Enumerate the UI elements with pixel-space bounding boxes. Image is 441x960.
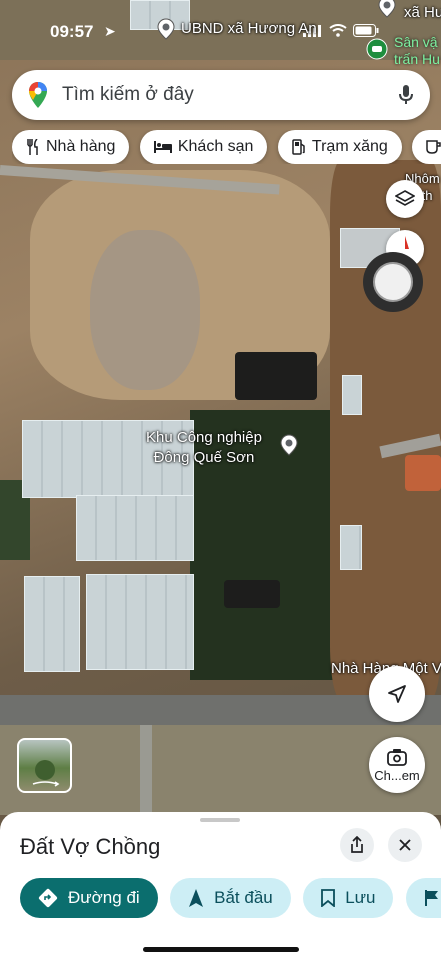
- street-view-rotate-icon: [32, 760, 60, 787]
- assistive-touch-button[interactable]: [363, 252, 423, 312]
- search-bar[interactable]: Tìm kiếm ở đây: [12, 70, 430, 120]
- layers-button[interactable]: [386, 180, 424, 218]
- chip-coffee[interactable]: [412, 130, 441, 164]
- directions-icon: [38, 888, 58, 908]
- action-buttons: Đường đi Bắt đầu Lưu C: [20, 878, 441, 918]
- map-label-ubnd[interactable]: UBND xã Hương An: [181, 20, 317, 37]
- navigation-icon: [189, 889, 204, 907]
- microphone-icon[interactable]: [398, 84, 414, 106]
- restaurant-icon: [27, 139, 38, 155]
- map-label-industrial-line1: Khu Công nghiệp: [146, 429, 262, 446]
- save-label: Lưu: [345, 888, 376, 907]
- close-button[interactable]: [388, 828, 422, 862]
- orange-roof: [405, 455, 441, 491]
- bookmark-icon: [321, 889, 336, 907]
- hotel-icon: [153, 141, 172, 153]
- factory-roof: [24, 576, 80, 672]
- map-label-industrial-line2: Đông Quế Sơn: [153, 449, 255, 466]
- chip-label: Trạm xăng: [311, 138, 388, 155]
- assistive-touch-icon: [373, 262, 413, 302]
- chip-label: Nhà hàng: [46, 138, 116, 155]
- wifi-icon: [329, 24, 347, 37]
- place-pin-icon[interactable]: [278, 434, 300, 456]
- street-view-thumbnail[interactable]: [17, 738, 72, 793]
- search-input[interactable]: Tìm kiếm ở đây: [62, 84, 398, 106]
- place-pin-icon[interactable]: [155, 18, 177, 40]
- lens-button[interactable]: Ch...em: [369, 737, 425, 793]
- save-button[interactable]: Lưu: [303, 878, 394, 918]
- gas-station-icon: [292, 139, 305, 155]
- directions-label: Đường đi: [68, 888, 140, 907]
- location-arrow-icon: ➤: [104, 23, 116, 39]
- my-location-button[interactable]: [369, 666, 425, 722]
- share-button[interactable]: [340, 828, 374, 862]
- close-icon: [399, 839, 411, 851]
- label-button[interactable]: C: [405, 878, 441, 918]
- home-indicator[interactable]: [143, 947, 299, 952]
- place-title: Đất Vợ Chồng: [20, 834, 161, 859]
- google-maps-logo-icon: [29, 82, 47, 108]
- pond-south: [224, 580, 280, 608]
- sheet-drag-handle[interactable]: [200, 818, 240, 822]
- chip-gas-stations[interactable]: Trạm xăng: [277, 130, 402, 164]
- park-pin-icon[interactable]: [366, 38, 388, 60]
- navigation-arrow-icon: [388, 685, 406, 703]
- pond-north: [235, 352, 317, 400]
- category-chips: Nhà hàng Khách sạn Trạm xăng: [12, 130, 441, 164]
- camera-icon: [387, 748, 407, 766]
- status-time: 09:57: [50, 22, 94, 41]
- map-label-stadium-line2: trấn Hu: [394, 51, 440, 67]
- start-button[interactable]: Bắt đầu: [170, 878, 291, 918]
- side-road: [140, 725, 152, 815]
- terrain-gravel: [90, 230, 200, 390]
- chip-label: Khách sạn: [177, 138, 254, 155]
- chip-hotels[interactable]: Khách sạn: [139, 130, 268, 164]
- start-label: Bắt đầu: [214, 888, 273, 907]
- share-icon: [351, 836, 363, 853]
- map-label-stadium[interactable]: Sân vậ trấn Hu: [394, 34, 440, 68]
- flag-icon: [424, 890, 438, 906]
- factory-roof: [76, 495, 194, 561]
- directions-button[interactable]: Đường đi: [20, 878, 158, 918]
- coffee-icon: [426, 140, 441, 154]
- place-pin-icon[interactable]: [376, 0, 398, 18]
- building-roof: [340, 525, 362, 570]
- map-label-stadium-line1: Sân vậ: [394, 34, 438, 50]
- chip-restaurants[interactable]: Nhà hàng: [12, 130, 130, 164]
- map-label-industrial-park[interactable]: Khu Công nghiệp Đông Quế Sơn: [146, 428, 262, 468]
- building-roof: [342, 375, 362, 415]
- lens-label: Ch...em: [374, 767, 420, 783]
- battery-icon: [353, 24, 379, 37]
- layers-icon: [395, 190, 415, 206]
- factory-roof: [86, 574, 194, 670]
- map-label-top-right[interactable]: xã Hu: [404, 4, 441, 21]
